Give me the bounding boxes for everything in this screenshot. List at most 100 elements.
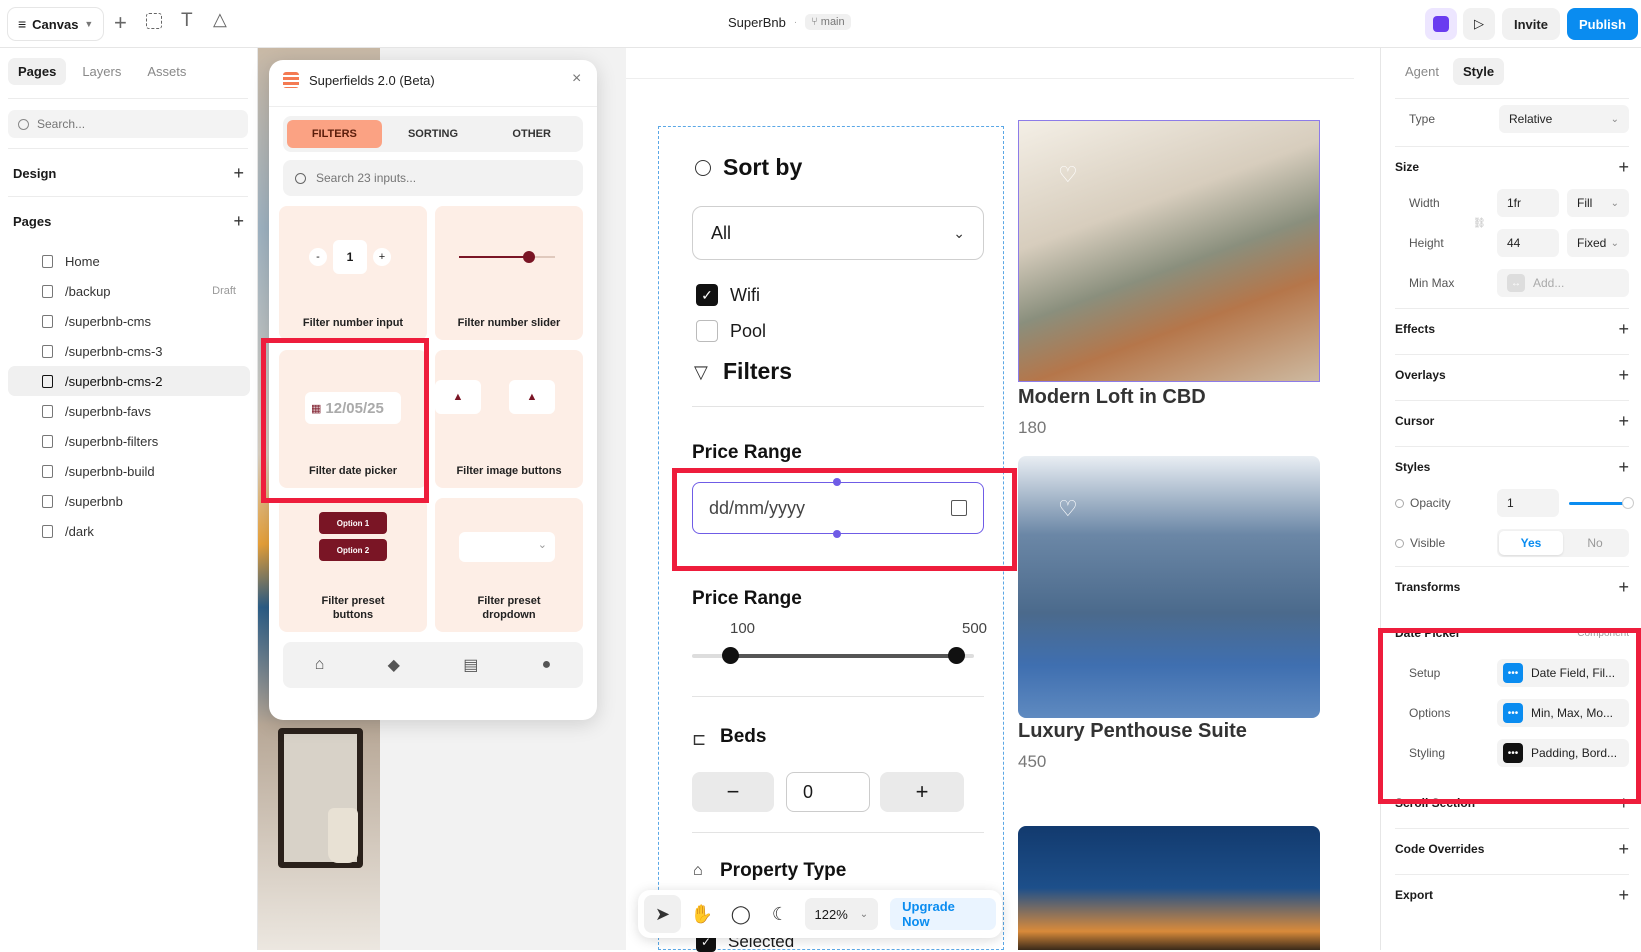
listing-card[interactable]: ♡ Luxury Penthouse Suite 450 <box>1018 456 1320 786</box>
search-field[interactable] <box>8 110 248 138</box>
page-item[interactable]: /superbnb-cms-2 <box>8 366 250 396</box>
app-menu-button[interactable]: ≡ Canvas ▼ <box>8 8 103 40</box>
favorite-heart-icon[interactable]: ♡ <box>1058 162 1078 188</box>
add-cursor-icon[interactable]: + <box>1618 411 1629 432</box>
effects-section-header[interactable]: Effects + <box>1395 314 1629 344</box>
price-slider-min-thumb[interactable] <box>722 647 739 664</box>
preview-play-icon[interactable]: ▷ <box>1463 8 1495 40</box>
export-section-header[interactable]: Export + <box>1395 880 1629 910</box>
add-styles-icon[interactable]: + <box>1618 457 1629 478</box>
wifi-checkbox-row[interactable]: ✓ Wifi <box>696 284 760 306</box>
plugin-title: Superfields 2.0 (Beta) <box>309 72 435 88</box>
document-icon[interactable]: ▤ <box>463 655 478 675</box>
dark-mode-icon[interactable]: ☾ <box>761 895 798 933</box>
add-code-override-icon[interactable]: + <box>1618 839 1629 860</box>
sort-select[interactable]: All ⌄ <box>692 206 984 260</box>
styles-section-header[interactable]: Styles + <box>1395 452 1629 482</box>
design-section-header[interactable]: Design + <box>0 150 258 196</box>
add-transforms-icon[interactable]: + <box>1618 577 1629 598</box>
page-item[interactable]: Home <box>8 246 250 276</box>
pool-checkbox-row[interactable]: Pool <box>696 320 766 342</box>
page-item[interactable]: /superbnb-favs <box>8 396 250 426</box>
add-design-icon[interactable]: + <box>233 163 244 184</box>
frame-tool-icon[interactable] <box>146 13 162 29</box>
branch-badge[interactable]: ⑂ main <box>805 14 851 30</box>
price-slider-max-thumb[interactable] <box>948 647 965 664</box>
minmax-field[interactable]: ↔ Add... <box>1497 269 1629 297</box>
price-slider-track[interactable] <box>692 647 974 664</box>
page-item[interactable]: /backup Draft <box>8 276 250 306</box>
add-size-icon[interactable]: + <box>1618 157 1629 178</box>
add-export-icon[interactable]: + <box>1618 885 1629 906</box>
add-page-icon[interactable]: + <box>233 211 244 232</box>
comment-tool-icon[interactable]: ◯ <box>722 895 759 933</box>
height-mode-select[interactable]: Fixed ⌄ <box>1567 229 1629 257</box>
card-filter-number-input[interactable]: - 1 + Filter number input <box>279 206 427 340</box>
text-tool-icon[interactable]: T <box>181 10 193 32</box>
opacity-slider[interactable] <box>1569 497 1633 508</box>
add-icon[interactable]: + <box>114 10 127 36</box>
page-item[interactable]: /superbnb-cms <box>8 306 250 336</box>
pages-section-header[interactable]: Pages + <box>0 198 258 244</box>
height-input[interactable]: 44 <box>1497 229 1559 257</box>
beds-heading: Beds <box>720 726 767 747</box>
beds-value-input[interactable]: 0 <box>786 772 870 812</box>
page-item[interactable]: /dark <box>8 516 250 546</box>
code-overrides-section-header[interactable]: Code Overrides + <box>1395 834 1629 864</box>
hand-tool-icon[interactable]: ✋ <box>683 895 720 933</box>
opacity-input[interactable]: 1 <box>1497 489 1559 517</box>
plugin-icon[interactable] <box>1425 8 1457 40</box>
favorite-heart-icon[interactable]: ♡ <box>1058 496 1078 522</box>
cursor-section-header[interactable]: Cursor + <box>1395 406 1629 436</box>
select-tool-icon[interactable]: ➤ <box>644 895 682 933</box>
listing-card[interactable]: ♡ Modern Loft in CBD 180 <box>1018 120 1320 450</box>
tab-agent[interactable]: Agent <box>1395 58 1449 85</box>
size-section-header[interactable]: Size + <box>1395 152 1629 182</box>
search-input[interactable] <box>37 117 217 131</box>
invite-button[interactable]: Invite <box>1502 8 1560 40</box>
plugin-search-field[interactable] <box>283 160 583 196</box>
tab-filters[interactable]: FILTERS <box>287 120 382 148</box>
user-icon[interactable]: ● <box>542 656 552 674</box>
tab-pages[interactable]: Pages <box>8 58 67 85</box>
visible-no-option[interactable]: No <box>1563 536 1627 550</box>
overlays-heading: Overlays <box>1395 368 1446 382</box>
card-filter-preset-buttons[interactable]: Option 1 Option 2 Filter preset buttons <box>279 498 427 632</box>
card-filter-number-slider[interactable]: Filter number slider <box>435 206 583 340</box>
publish-button[interactable]: Publish <box>1567 8 1638 40</box>
zoom-select[interactable]: 122% ⌄ <box>804 898 879 930</box>
listing-price: 450 <box>1018 752 1047 771</box>
tab-sorting[interactable]: SORTING <box>386 120 481 148</box>
transforms-section-header[interactable]: Transforms + <box>1395 572 1629 602</box>
close-icon[interactable]: × <box>572 70 581 88</box>
bed-icon: ⊏ <box>692 730 707 749</box>
add-overlays-icon[interactable]: + <box>1618 365 1629 386</box>
sort-by-heading: Sort by <box>723 154 803 180</box>
page-item[interactable]: /superbnb-filters <box>8 426 250 456</box>
overlays-section-header[interactable]: Overlays + <box>1395 360 1629 390</box>
visible-yes-option[interactable]: Yes <box>1499 531 1563 555</box>
page-item[interactable]: /superbnb <box>8 486 250 516</box>
card-filter-preset-dropdown[interactable]: ⌄ Filter preset dropdown <box>435 498 583 632</box>
shape-tool-icon[interactable]: △ <box>213 9 227 30</box>
page-item[interactable]: /superbnb-build <box>8 456 250 486</box>
width-mode-select[interactable]: Fill ⌄ <box>1567 189 1629 217</box>
components-icon[interactable]: ◆ <box>388 655 400 675</box>
plugin-search-input[interactable] <box>316 171 546 185</box>
aspect-lock-icon[interactable]: ⛓ <box>1473 218 1486 229</box>
add-effects-icon[interactable]: + <box>1618 319 1629 340</box>
wifi-checkbox[interactable]: ✓ <box>696 284 718 306</box>
type-select[interactable]: Relative ⌄ <box>1499 105 1629 133</box>
tab-layers[interactable]: Layers <box>72 58 131 85</box>
page-item[interactable]: /superbnb-cms-3 <box>8 336 250 366</box>
beds-minus-button[interactable]: − <box>692 772 774 812</box>
card-filter-image-buttons[interactable]: ▲ ▲ Filter image buttons <box>435 350 583 488</box>
width-input[interactable]: 1fr <box>1497 189 1559 217</box>
beds-plus-button[interactable]: + <box>880 772 964 812</box>
tab-assets[interactable]: Assets <box>137 58 196 85</box>
upgrade-now-button[interactable]: Upgrade Now <box>890 898 996 930</box>
tab-other[interactable]: OTHER <box>484 120 579 148</box>
tab-style[interactable]: Style <box>1452 58 1505 85</box>
pool-checkbox[interactable] <box>696 320 718 342</box>
home-icon[interactable]: ⌂ <box>315 656 325 674</box>
